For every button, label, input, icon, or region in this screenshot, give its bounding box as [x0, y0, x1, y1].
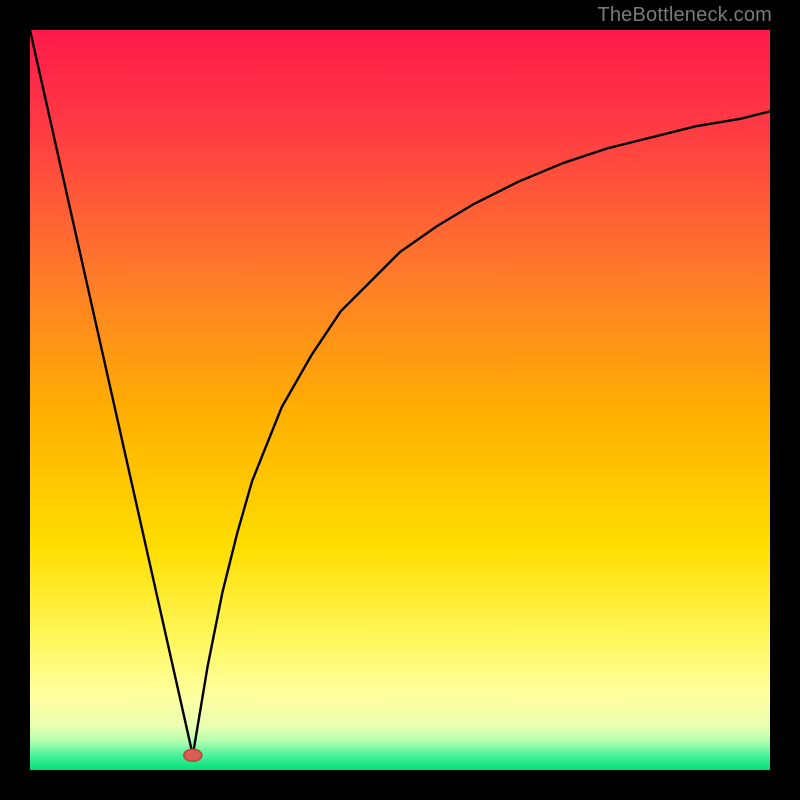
watermark-text: TheBottleneck.com [597, 4, 772, 27]
plot-area [30, 30, 770, 770]
gradient-background [30, 30, 770, 770]
sweet-spot-marker [184, 749, 202, 761]
chart-svg [30, 30, 770, 770]
chart-frame: TheBottleneck.com [0, 0, 800, 800]
